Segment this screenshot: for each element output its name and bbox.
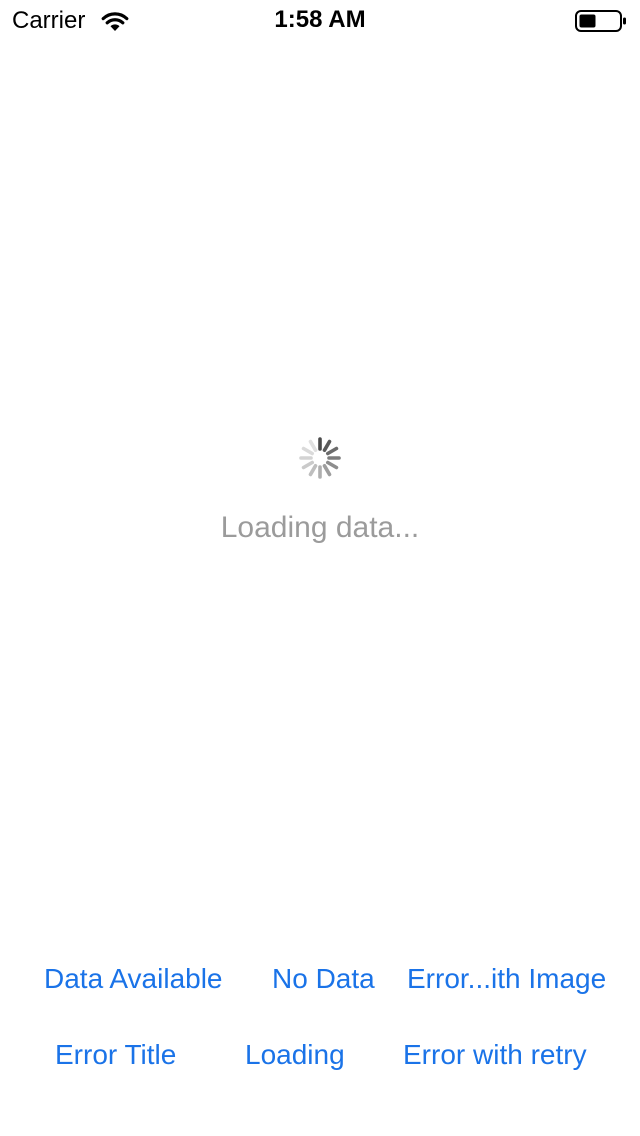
data-available-button[interactable]: Data Available [44,963,223,995]
clock-label: 1:58 AM [274,6,366,33]
loading-indicator [0,436,640,480]
error-with-retry-button[interactable]: Error with retry [403,1039,587,1071]
error-title-button[interactable]: Error Title [55,1039,176,1071]
activity-indicator-icon [299,437,341,479]
status-bar: Carrier 1:58 AM [0,0,640,40]
loading-text: Loading data... [220,511,420,544]
loading-button[interactable]: Loading [245,1039,345,1071]
no-data-button[interactable]: No Data [272,963,375,995]
battery-icon [575,10,626,32]
error-with-image-button[interactable]: Error...ith Image [407,963,606,995]
